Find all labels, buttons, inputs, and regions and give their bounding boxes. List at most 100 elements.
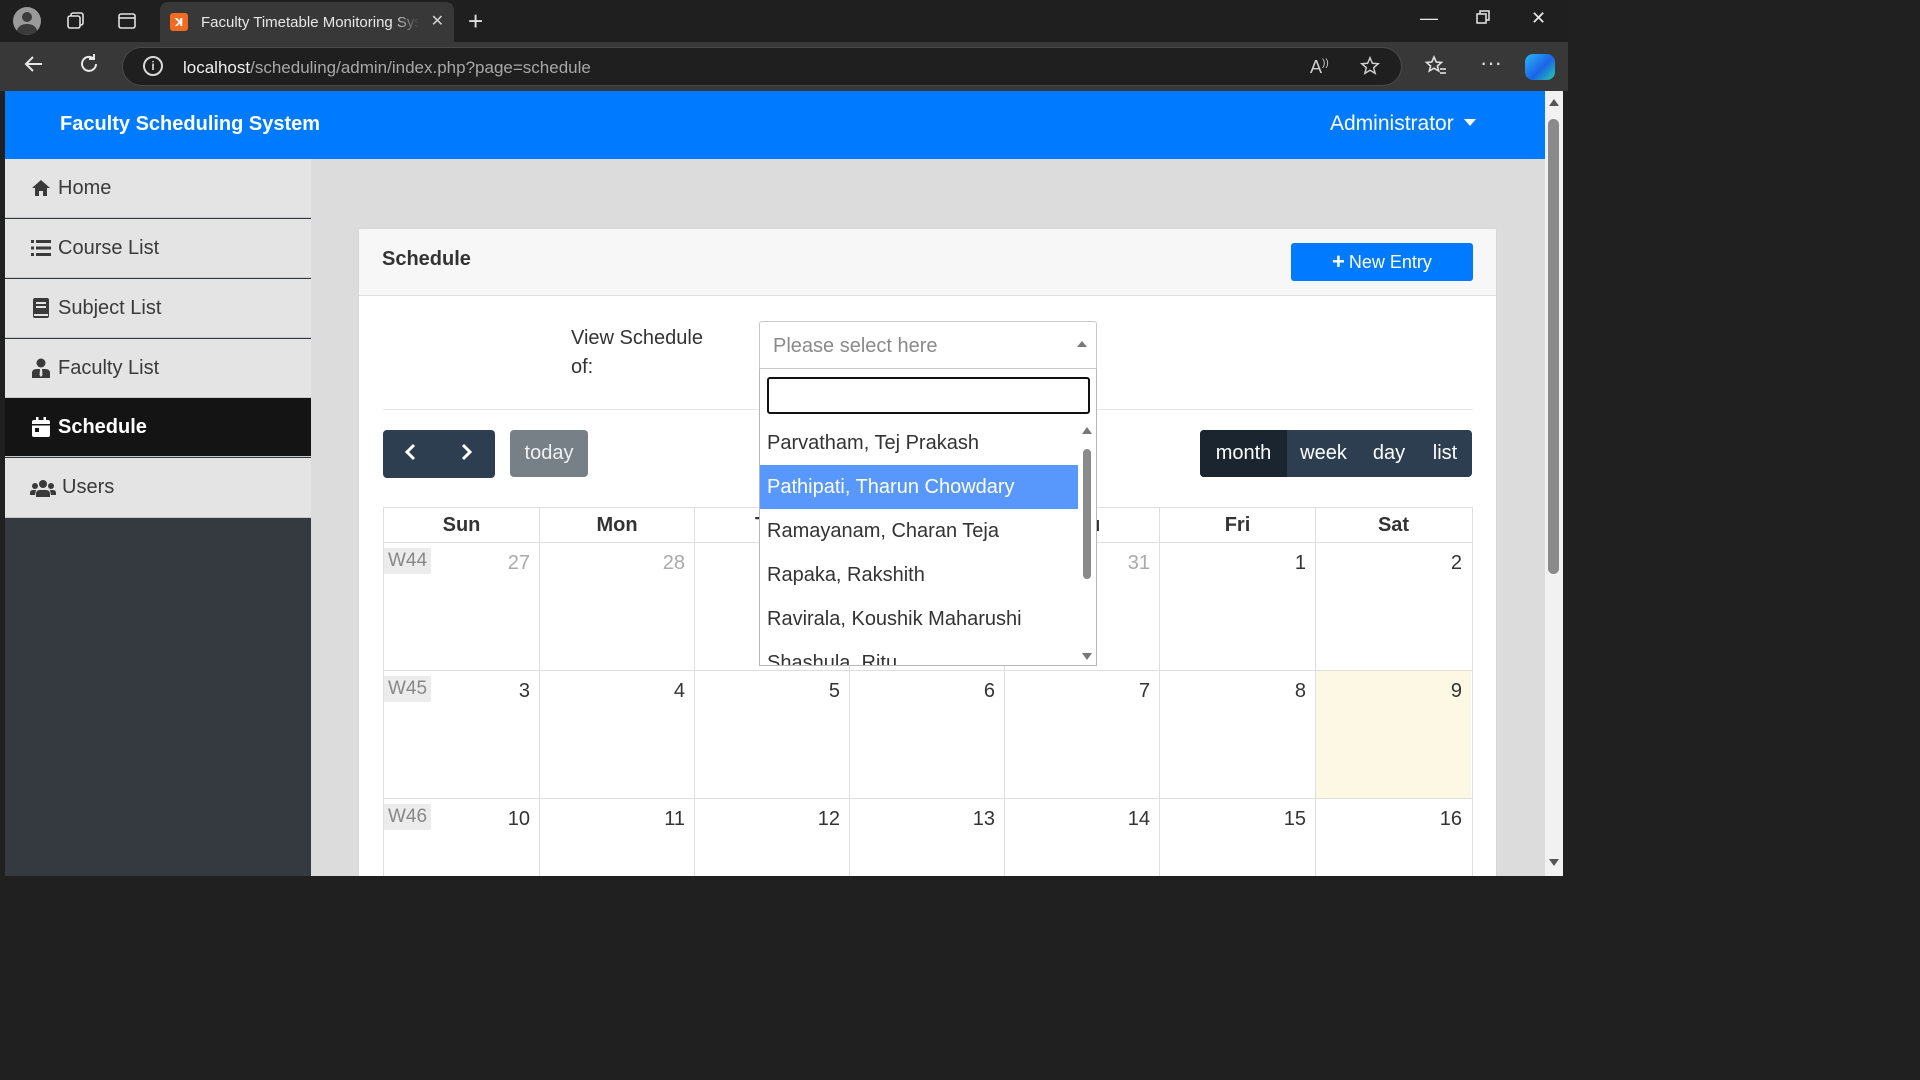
day-number[interactable]: 7 bbox=[1139, 680, 1150, 703]
calendar-day-cell[interactable]: W45 3 bbox=[384, 671, 540, 798]
calendar-day-cell[interactable]: 14 bbox=[1005, 799, 1160, 876]
day-number[interactable]: 27 bbox=[508, 552, 530, 575]
day-number[interactable]: 15 bbox=[1284, 808, 1306, 831]
dropdown-option[interactable]: Pathipati, Tharun Chowdary bbox=[760, 465, 1078, 509]
dropdown-option[interactable]: Shashula, Ritu bbox=[760, 641, 1078, 665]
day-number[interactable]: 16 bbox=[1440, 808, 1462, 831]
profile-avatar-icon[interactable] bbox=[13, 7, 41, 35]
sidebar-item-users[interactable]: Users bbox=[5, 458, 311, 518]
day-number[interactable]: 3 bbox=[519, 680, 530, 703]
read-aloud-icon[interactable]: A)) bbox=[1310, 57, 1329, 78]
user-tie-icon bbox=[30, 358, 52, 378]
day-number[interactable]: 12 bbox=[818, 808, 840, 831]
calendar-day-cell[interactable]: 16 bbox=[1316, 799, 1471, 876]
day-number[interactable]: 31 bbox=[1128, 552, 1150, 575]
window-close-icon[interactable]: ✕ bbox=[1531, 8, 1546, 29]
dropdown-option[interactable]: Rapaka, Rakshith bbox=[760, 553, 1078, 597]
tab-close-icon[interactable]: ✕ bbox=[431, 11, 444, 31]
page-scroll-thumb[interactable] bbox=[1548, 119, 1559, 574]
week-number[interactable]: W44 bbox=[384, 548, 432, 574]
day-number[interactable]: 5 bbox=[829, 680, 840, 703]
brand-title[interactable]: Faculty Scheduling System bbox=[60, 113, 320, 136]
minimize-icon[interactable]: — bbox=[1420, 8, 1438, 29]
day-number[interactable]: 2 bbox=[1451, 552, 1462, 575]
sidebar-item-faculty-list[interactable]: Faculty List bbox=[5, 339, 311, 398]
prev-button[interactable] bbox=[401, 442, 421, 468]
view-week-button[interactable]: week bbox=[1287, 430, 1360, 477]
view-month-button[interactable]: month bbox=[1200, 430, 1287, 477]
dropdown-scrollbar[interactable] bbox=[1080, 427, 1094, 660]
calendar-day-cell[interactable]: 28 bbox=[540, 543, 695, 670]
day-number[interactable]: 8 bbox=[1295, 680, 1306, 703]
copilot-icon[interactable] bbox=[1525, 54, 1555, 80]
day-number[interactable]: 10 bbox=[508, 808, 530, 831]
calendar-week-row: W45 3 4 5 6 7 8 9 bbox=[383, 671, 1473, 799]
next-button[interactable] bbox=[456, 442, 476, 468]
day-number[interactable]: 4 bbox=[674, 680, 685, 703]
sidebar-item-course-list[interactable]: Course List bbox=[5, 219, 311, 278]
dropdown-options: Parvatham, Tej Prakash Pathipati, Tharun … bbox=[760, 421, 1078, 665]
card-title: Schedule bbox=[382, 248, 471, 270]
day-number[interactable]: 11 bbox=[664, 808, 685, 831]
today-button[interactable]: today bbox=[510, 430, 588, 477]
calendar-day-cell[interactable]: 11 bbox=[540, 799, 695, 876]
day-number[interactable]: 14 bbox=[1128, 808, 1150, 831]
site-info-icon[interactable]: i bbox=[143, 56, 163, 76]
main-content: Schedule + New Entry View Schedule of: Pl… bbox=[311, 159, 1545, 876]
calendar-day-cell[interactable]: 5 bbox=[695, 671, 850, 798]
day-number[interactable]: 13 bbox=[973, 808, 995, 831]
scroll-down-icon[interactable] bbox=[1549, 859, 1559, 866]
calendar-day-cell[interactable]: 7 bbox=[1005, 671, 1160, 798]
reload-icon[interactable] bbox=[77, 52, 101, 82]
calendar-day-cell[interactable]: 9 bbox=[1316, 671, 1471, 798]
calendar-day-cell[interactable]: W44 27 bbox=[384, 543, 540, 670]
sidebar-item-home[interactable]: Home bbox=[5, 159, 311, 218]
calendar-day-cell[interactable]: 4 bbox=[540, 671, 695, 798]
calendar-day-cell[interactable]: 13 bbox=[850, 799, 1005, 876]
top-navbar: Faculty Scheduling System Administrator bbox=[5, 91, 1545, 159]
week-number[interactable]: W46 bbox=[384, 804, 432, 830]
view-list-button[interactable]: list bbox=[1418, 430, 1472, 477]
dropdown-option[interactable]: Parvatham, Tej Prakash bbox=[760, 421, 1078, 465]
favorite-star-icon[interactable] bbox=[1359, 55, 1381, 82]
week-number[interactable]: W45 bbox=[384, 676, 432, 702]
scroll-up-icon[interactable] bbox=[1549, 99, 1559, 106]
day-number[interactable]: 28 bbox=[663, 552, 685, 575]
more-menu-icon[interactable]: ··· bbox=[1480, 50, 1502, 76]
calendar-day-cell[interactable]: 15 bbox=[1160, 799, 1316, 876]
restore-icon[interactable] bbox=[1475, 9, 1491, 30]
view-day-button[interactable]: day bbox=[1360, 430, 1418, 477]
back-icon[interactable] bbox=[22, 52, 46, 82]
faculty-select[interactable]: Please select here bbox=[759, 321, 1097, 369]
dropdown-scroll-thumb[interactable] bbox=[1083, 449, 1091, 579]
scroll-up-icon[interactable] bbox=[1082, 427, 1092, 434]
browser-tab[interactable]: ꓘ Faculty Timetable Monitoring System ✕ bbox=[160, 2, 454, 42]
new-entry-button[interactable]: + New Entry bbox=[1291, 243, 1473, 281]
page-scrollbar[interactable] bbox=[1545, 91, 1563, 876]
book-icon bbox=[30, 298, 52, 318]
dropdown-option[interactable]: Ramayanam, Charan Teja bbox=[760, 509, 1078, 553]
collections-icon[interactable] bbox=[62, 7, 90, 35]
sidebar-item-subject-list[interactable]: Subject List bbox=[5, 279, 311, 338]
address-bar[interactable]: i localhost/scheduling/admin/index.php?p… bbox=[122, 47, 1402, 86]
day-number[interactable]: 6 bbox=[984, 680, 995, 703]
calendar-day-cell[interactable]: 6 bbox=[850, 671, 1005, 798]
calendar-day-cell[interactable]: 8 bbox=[1160, 671, 1316, 798]
favorites-icon[interactable] bbox=[1424, 54, 1448, 84]
dropdown-search-input[interactable] bbox=[767, 377, 1090, 414]
new-tab-icon[interactable]: + bbox=[468, 6, 483, 37]
scroll-down-icon[interactable] bbox=[1082, 653, 1092, 660]
calendar-day-cell[interactable]: 2 bbox=[1316, 543, 1471, 670]
user-menu[interactable]: Administrator bbox=[1330, 112, 1476, 136]
calendar-day-cell[interactable]: 12 bbox=[695, 799, 850, 876]
calendar-day-cell[interactable]: 1 bbox=[1160, 543, 1316, 670]
schedule-card: Schedule + New Entry View Schedule of: Pl… bbox=[358, 228, 1497, 876]
tab-actions-icon[interactable] bbox=[113, 7, 141, 35]
dropdown-option[interactable]: Ravirala, Koushik Maharushi bbox=[760, 597, 1078, 641]
calendar-day-cell[interactable]: W46 10 bbox=[384, 799, 540, 876]
sidebar-item-schedule[interactable]: Schedule bbox=[5, 398, 311, 457]
day-number[interactable]: 9 bbox=[1451, 680, 1462, 703]
day-number[interactable]: 1 bbox=[1295, 552, 1306, 575]
card-header: Schedule + New Entry bbox=[359, 229, 1496, 296]
calendar-icon bbox=[30, 417, 52, 437]
